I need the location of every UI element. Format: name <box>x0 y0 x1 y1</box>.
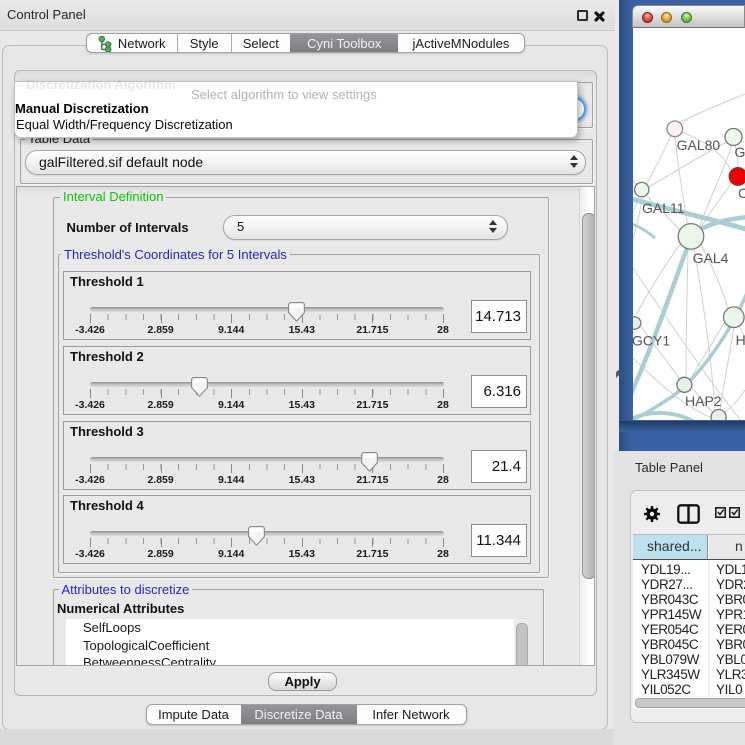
svg-text:HAP2: HAP2 <box>685 393 722 409</box>
svg-text:GCY1: GCY1 <box>633 333 670 349</box>
svg-text:GAL11: GAL11 <box>642 200 685 216</box>
svg-text:C: C <box>738 185 745 201</box>
svg-text:H: H <box>736 332 745 348</box>
svg-text:GAL4: GAL4 <box>693 250 729 266</box>
svg-text:GAL80: GAL80 <box>677 137 721 153</box>
svg-text:GA: GA <box>735 144 745 160</box>
